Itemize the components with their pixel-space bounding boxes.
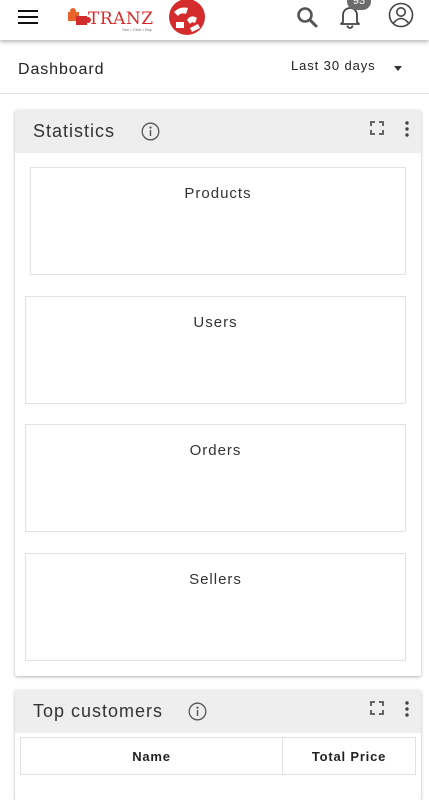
stat-tile-label: Products [184,185,252,202]
stat-tile-label: Users [193,314,238,331]
date-range-select[interactable]: Last 30 days [291,58,411,80]
top-customers-title: Top customers [33,701,164,721]
stat-tile-label: Sellers [189,571,242,588]
page-title: Dashboard [18,61,105,78]
search-button[interactable] [295,5,319,29]
date-range-value: Last 30 days [291,58,376,73]
statistics-card-header: Statistics [15,110,421,153]
top-app-bar: TRANZ See • Click • Buy 93 [0,0,429,40]
info-icon[interactable] [188,702,207,721]
stat-tile-orders[interactable]: Orders [25,424,406,532]
more-vert-icon[interactable] [404,701,410,717]
profile-button[interactable] [388,2,414,28]
stat-tile-users[interactable]: Users [25,296,406,404]
top-customers-table: Name Total Price [20,737,416,775]
stat-tile-sellers[interactable]: Sellers [25,553,406,661]
column-header-total-price[interactable]: Total Price [283,738,415,774]
stat-tile-label: Orders [189,442,242,459]
fullscreen-icon[interactable] [370,701,384,715]
stat-tile-products[interactable]: Products [30,167,406,275]
dashboard-header: Dashboard Last 30 days [0,48,429,94]
fullscreen-icon[interactable] [370,121,384,135]
statistics-title: Statistics [33,121,116,141]
info-icon[interactable] [141,122,160,141]
more-vert-icon[interactable] [404,121,410,137]
column-header-name[interactable]: Name [21,738,283,774]
caret-down-icon [394,66,402,71]
top-customers-card-header: Top customers [15,690,421,733]
logo-tagline: See • Click • Buy [122,27,152,32]
statistics-card: Statistics Products Users Orders Sellers [15,110,421,676]
search-icon [297,7,318,28]
hamburger-icon[interactable] [18,9,38,25]
brand-logo[interactable]: TRANZ See • Click • Buy [66,0,208,38]
top-customers-card: Top customers Name Total Price [15,690,421,800]
notification-count-badge: 93 [347,0,371,10]
user-circle-icon [388,2,414,28]
logo-wordmark: TRANZ [88,9,154,29]
